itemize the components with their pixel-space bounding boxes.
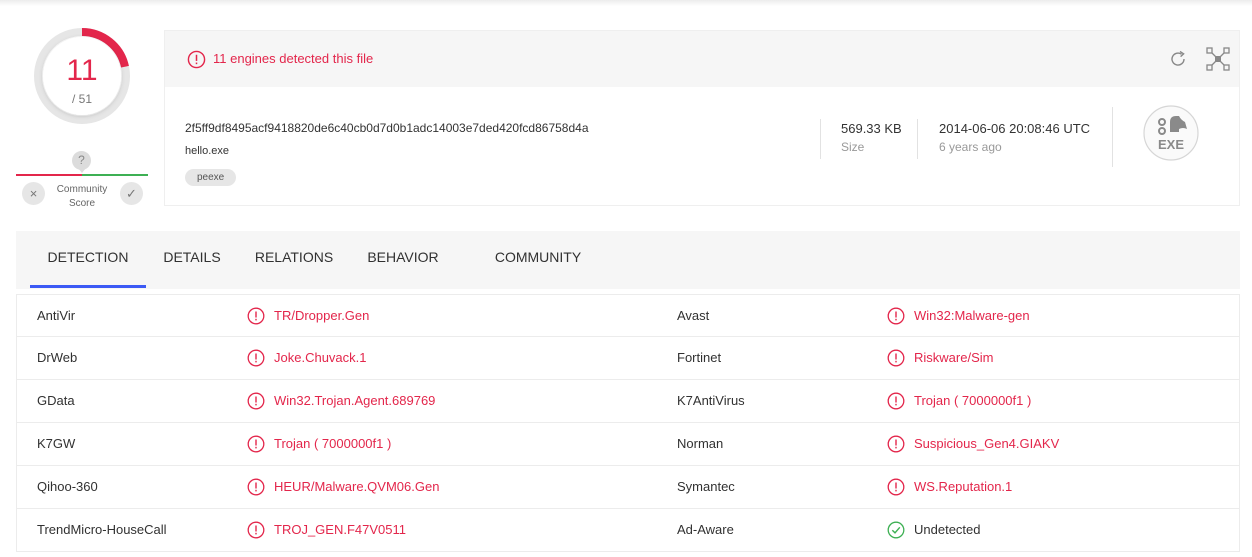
summary-header: 11 engines detected this file: [165, 31, 1239, 87]
graph-icon[interactable]: [1205, 46, 1231, 72]
check-circle-icon: [887, 521, 905, 539]
alert-icon: [247, 392, 265, 410]
divider: [820, 119, 821, 159]
table-row: DrWeb Joke.Chuvack.1 Fortinet Riskware/Sim: [16, 337, 1240, 380]
engine-name: Fortinet: [677, 350, 722, 365]
table-row: AntiVir TR/Dropper.Gen Avast Win32:Malware-…: [16, 294, 1240, 337]
verdict-label: Riskware/Sim: [914, 350, 994, 365]
detection-alert: 11 engines detected this file: [213, 51, 374, 66]
alert-icon: [247, 435, 265, 453]
verdict-label: HEUR/Malware.QVM06.Gen: [274, 479, 440, 494]
detection-score-gauge: 11 / 51: [32, 26, 132, 126]
active-tab-indicator: [30, 285, 146, 288]
tab-detection[interactable]: DETECTION: [30, 231, 146, 289]
engine-name: Symantec: [677, 479, 735, 494]
alert-icon: [187, 50, 206, 69]
verdict-label: TR/Dropper.Gen: [274, 308, 370, 323]
verdict-label: Joke.Chuvack.1: [274, 350, 367, 365]
engine-name: Ad-Aware: [677, 522, 734, 537]
alert-icon: [887, 349, 905, 367]
alert-icon: [887, 392, 905, 410]
downvote-button[interactable]: ×: [22, 182, 45, 205]
engine-name: K7GW: [37, 436, 76, 451]
community-bar-negative: [16, 174, 82, 176]
engine-name: GData: [37, 393, 75, 408]
alert-icon: [247, 521, 265, 539]
engine-name: Norman: [677, 436, 724, 451]
community-score-label: Community Score: [56, 184, 108, 209]
engine-name: TrendMicro-HouseCall: [37, 522, 167, 537]
alert-icon: [247, 307, 265, 325]
filetype-label: EXE: [1158, 137, 1184, 152]
alert-icon: [887, 435, 905, 453]
verdict-label: Win32:Malware-gen: [914, 308, 1030, 323]
tab-bar: DETECTION DETAILS RELATIONS BEHAVIOR COM…: [16, 231, 1240, 289]
reanalyze-icon[interactable]: [1168, 49, 1188, 69]
verdict-label: Win32.Trojan.Agent.689769: [274, 393, 436, 408]
tab-relations[interactable]: RELATIONS: [246, 231, 342, 289]
top-shadow: [0, 0, 1252, 6]
verdict-label: WS.Reputation.1: [914, 479, 1013, 494]
table-row: K7GW Trojan ( 7000000f1 ) Norman Suspicious…: [16, 423, 1240, 466]
file-summary-card: 11 engines detected this file 2f5ff9df84…: [164, 30, 1240, 206]
engine-name: AntiVir: [37, 308, 76, 323]
file-size-value: 569.33 KB: [841, 121, 902, 136]
detection-results-table: AntiVir TR/Dropper.Gen Avast Win32:Malware-…: [16, 294, 1240, 552]
close-icon: ×: [29, 186, 38, 201]
engine-name: DrWeb: [37, 350, 78, 365]
alert-icon: [247, 478, 265, 496]
alert-icon: [887, 307, 905, 325]
check-icon: ✓: [126, 186, 137, 201]
analysis-date-value: 2014-06-06 20:08:46 UTC: [939, 121, 1091, 136]
engine-name: Qihoo-360: [37, 479, 98, 494]
engine-name: K7AntiVirus: [677, 393, 745, 408]
file-name: hello.exe: [185, 145, 230, 157]
verdict-label: Trojan ( 7000000f1 ): [274, 436, 392, 451]
file-size-label: Size: [841, 140, 865, 154]
table-row: Qihoo-360 HEUR/Malware.QVM06.Gen Symantec W…: [16, 466, 1240, 509]
table-row: TrendMicro-HouseCall TROJ_GEN.F47V0511 Ad-…: [16, 509, 1240, 552]
alert-icon: [247, 349, 265, 367]
exe-file-icon: EXE: [1143, 105, 1199, 161]
upvote-button[interactable]: ✓: [120, 182, 143, 205]
table-row: GData Win32.Trojan.Agent.689769 K7AntiViru…: [16, 380, 1240, 423]
divider: [1112, 107, 1113, 167]
verdict-label: Undetected: [914, 522, 981, 537]
alert-icon: [887, 478, 905, 496]
community-bar-positive: [82, 174, 148, 176]
detected-count: 11: [66, 54, 98, 87]
file-tag[interactable]: peexe: [185, 169, 237, 186]
analysis-date-ago: 6 years ago: [939, 140, 1002, 154]
tab-behavior[interactable]: BEHAVIOR: [360, 231, 446, 289]
score-pointer: [78, 168, 86, 173]
tab-details[interactable]: DETAILS: [152, 231, 232, 289]
verdict-label: Trojan ( 7000000f1 ): [914, 393, 1032, 408]
total-engines: / 51: [71, 92, 92, 106]
file-hash[interactable]: 2f5ff9df8495acf9418820de6c40cb0d7d0b1adc…: [185, 121, 589, 135]
verdict-label: TROJ_GEN.F47V0511: [274, 522, 406, 537]
tab-community[interactable]: COMMUNITY: [486, 231, 590, 289]
engine-name: Avast: [677, 308, 710, 323]
divider: [917, 119, 918, 159]
verdict-label: Suspicious_Gen4.GIAKV: [914, 436, 1060, 451]
